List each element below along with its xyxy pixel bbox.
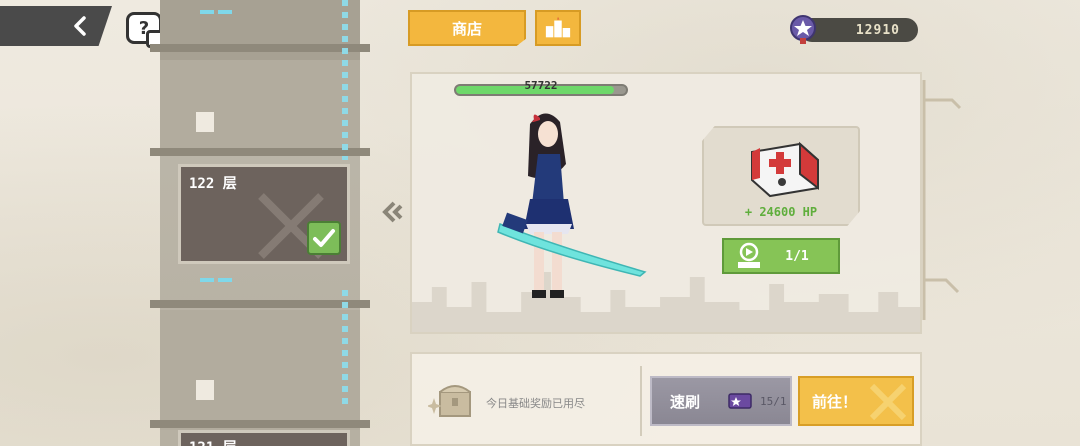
panel-divider: [640, 366, 642, 436]
back-button[interactable]: [0, 6, 112, 46]
back-arrow-icon: [74, 16, 86, 36]
hp-reward-text: + 24600 HP: [744, 205, 818, 219]
boss-character[interactable]: [490, 104, 660, 314]
sweep-label: 速刷: [670, 392, 701, 411]
goto-label: 前往！: [812, 392, 858, 411]
boss-hp-value: 57722: [524, 79, 558, 92]
goto-button[interactable]: 前往！: [798, 376, 914, 426]
ranking-tab[interactable]: [535, 10, 581, 46]
floor-label: 122 层: [189, 176, 237, 192]
sweep-ticket-count: 15/1: [760, 394, 787, 408]
floor-card-next[interactable]: 121 层: [178, 430, 350, 446]
help-button[interactable]: ?: [126, 12, 168, 48]
help-icon: ?: [138, 17, 150, 39]
ranking-icon: [545, 16, 571, 38]
floor-label-next: 121 层: [189, 437, 237, 446]
chest-icon: [428, 385, 471, 417]
floor-card-current[interactable]: 122 层: [178, 164, 350, 264]
daily-reward-status: 今日基础奖励已用尽: [486, 397, 585, 410]
shop-tab-label: 商店: [451, 19, 482, 38]
city-skyline-decoration: [412, 272, 920, 332]
ticket-icon: [728, 393, 752, 409]
medkit-icon: [751, 141, 819, 198]
shop-tab[interactable]: 商店: [408, 10, 526, 46]
checkmark-icon: [313, 229, 335, 247]
star-medal-icon: [790, 15, 816, 44]
ad-uses-count: 1/1: [785, 248, 809, 264]
currency-value: 12910: [855, 22, 900, 38]
watch-ad-button[interactable]: 1/1: [722, 238, 840, 274]
right-frame-decoration: [922, 80, 962, 320]
cleared-badge: [307, 221, 341, 255]
ad-play-icon: [738, 242, 760, 268]
collapse-arrow-icon[interactable]: [380, 200, 404, 224]
swords-icon: [869, 383, 907, 421]
sweep-button[interactable]: 速刷 15/1: [650, 376, 792, 426]
